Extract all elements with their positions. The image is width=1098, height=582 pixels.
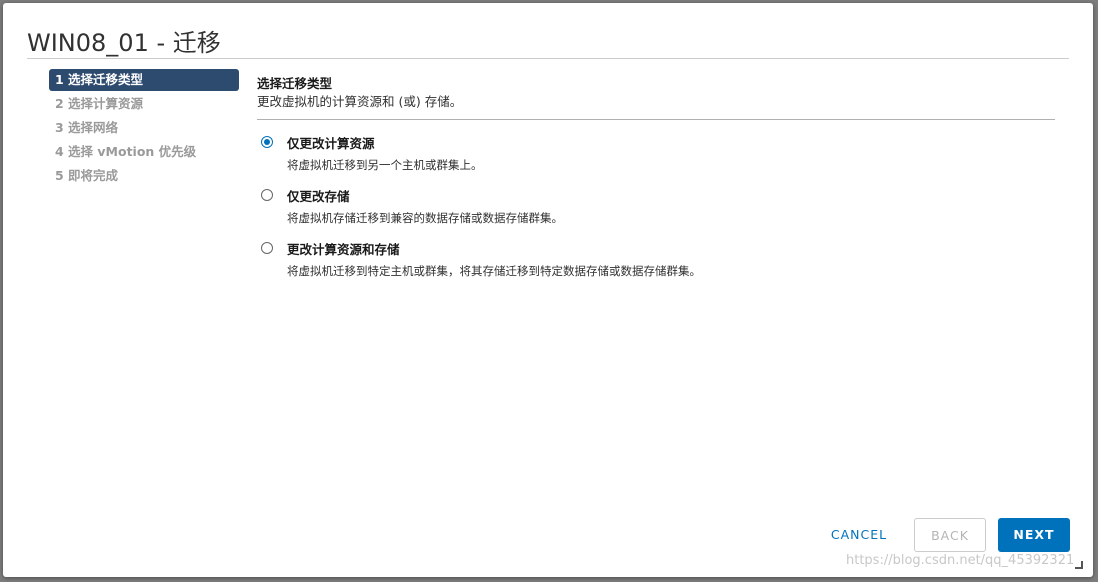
radio-compute-only[interactable] bbox=[261, 136, 273, 148]
option-storage-only: 仅更改存储 将虚拟机存储迁移到兼容的数据存储或数据存储群集。 bbox=[257, 185, 1055, 238]
step-ready-to-complete[interactable]: 5 即将完成 bbox=[49, 165, 239, 187]
step-select-migration-type[interactable]: 1 选择迁移类型 bbox=[49, 69, 239, 91]
radio-compute-and-storage[interactable] bbox=[261, 242, 273, 254]
option-description: 将虚拟机迁移到特定主机或群集，将其存储迁移到特定数据存储或数据存储群集。 bbox=[287, 264, 701, 278]
title-divider bbox=[27, 58, 1069, 59]
content-divider bbox=[257, 119, 1055, 120]
step-select-compute-resource[interactable]: 2 选择计算资源 bbox=[49, 93, 239, 115]
step-select-vmotion-priority[interactable]: 4 选择 vMotion 优先级 bbox=[49, 141, 239, 163]
migrate-dialog: WIN08_01 - 迁移 1 选择迁移类型 2 选择计算资源 3 选择网络 4… bbox=[3, 3, 1093, 577]
radio-storage-only[interactable] bbox=[261, 189, 273, 201]
option-description: 将虚拟机迁移到另一个主机或群集上。 bbox=[287, 158, 483, 172]
option-label[interactable]: 仅更改存储 bbox=[287, 186, 350, 205]
watermark: https://blog.csdn.net/qq_45392321 bbox=[846, 553, 1075, 568]
migration-type-options: 仅更改计算资源 将虚拟机迁移到另一个主机或群集上。 仅更改存储 将虚拟机存储迁移… bbox=[257, 132, 1055, 291]
back-button[interactable]: BACK bbox=[914, 518, 986, 552]
cancel-button[interactable]: CANCEL bbox=[823, 518, 895, 552]
wizard-steps: 1 选择迁移类型 2 选择计算资源 3 选择网络 4 选择 vMotion 优先… bbox=[49, 69, 239, 189]
option-description: 将虚拟机存储迁移到兼容的数据存储或数据存储群集。 bbox=[287, 211, 563, 225]
step-select-network[interactable]: 3 选择网络 bbox=[49, 117, 239, 139]
resize-handle[interactable] bbox=[1075, 561, 1083, 569]
next-button[interactable]: NEXT bbox=[998, 518, 1070, 552]
option-label[interactable]: 仅更改计算资源 bbox=[287, 133, 375, 152]
option-label[interactable]: 更改计算资源和存储 bbox=[287, 239, 400, 258]
section-subtitle: 更改虚拟机的计算资源和 (或) 存储。 bbox=[257, 94, 463, 109]
dialog-title: WIN08_01 - 迁移 bbox=[27, 29, 221, 57]
option-compute-only: 仅更改计算资源 将虚拟机迁移到另一个主机或群集上。 bbox=[257, 132, 1055, 185]
option-compute-and-storage: 更改计算资源和存储 将虚拟机迁移到特定主机或群集，将其存储迁移到特定数据存储或数… bbox=[257, 238, 1055, 291]
section-title: 选择迁移类型 bbox=[257, 76, 333, 91]
step-content: 选择迁移类型 更改虚拟机的计算资源和 (或) 存储。 仅更改计算资源 将虚拟机迁… bbox=[257, 75, 1055, 291]
